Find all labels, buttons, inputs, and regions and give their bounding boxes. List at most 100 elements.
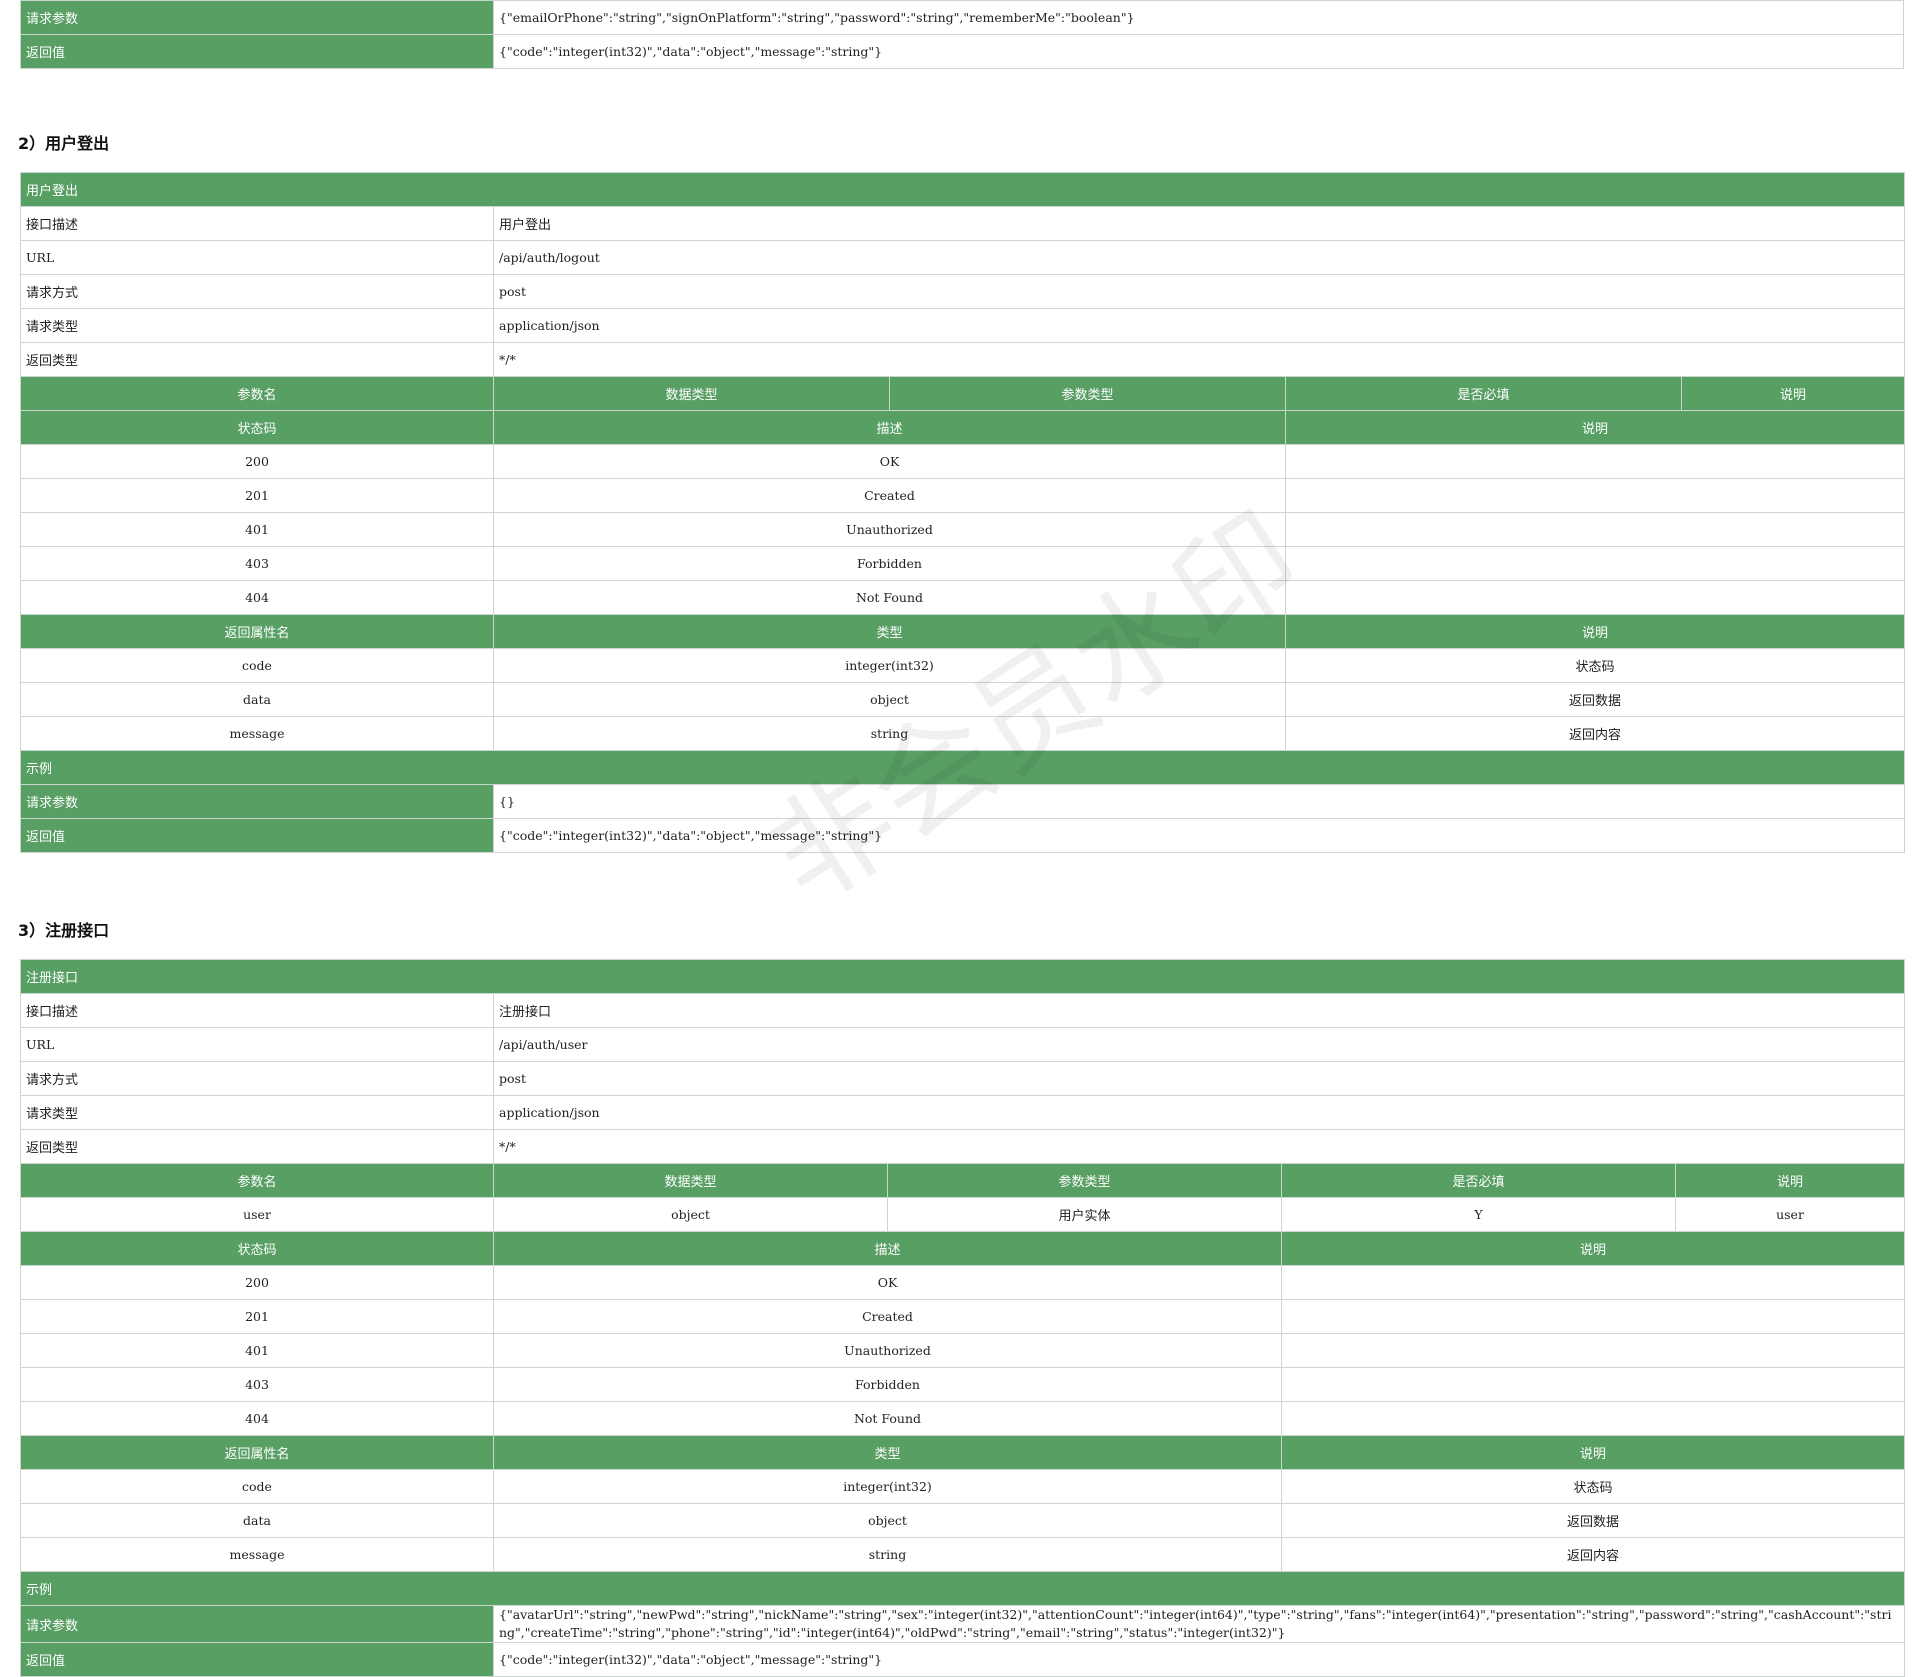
column-header: 状态码 xyxy=(20,410,494,445)
table-row: 返回值 {"code":"integer(int32)","data":"obj… xyxy=(20,1642,1906,1677)
status-desc: Created xyxy=(493,1299,1282,1334)
info-value: 用户登出 xyxy=(492,206,1906,241)
request-params-value: {"avatarUrl":"string","newPwd":"string",… xyxy=(492,1605,1906,1643)
table-title: 注册接口 xyxy=(19,959,1906,994)
column-header: 是否必填 xyxy=(1281,1163,1676,1198)
column-header: 返回属性名 xyxy=(20,1435,494,1470)
return-value-value: {"code":"integer(int32)","data":"object"… xyxy=(492,1642,1906,1677)
table-row: 200 OK xyxy=(20,1265,1906,1300)
column-header: 说明 xyxy=(1280,1435,1906,1470)
status-code: 403 xyxy=(20,1367,494,1402)
info-value: application/json xyxy=(492,308,1906,343)
column-header: 参数类型 xyxy=(889,376,1286,411)
info-key: 返回类型 xyxy=(20,1129,494,1164)
status-code: 201 xyxy=(20,478,494,513)
table-row: 请求方式 post xyxy=(20,274,1906,309)
table-row: 接口描述 用户登出 xyxy=(20,206,1906,241)
status-code: 404 xyxy=(20,1401,494,1436)
info-value: post xyxy=(492,274,1906,309)
info-key: 接口描述 xyxy=(20,206,494,241)
request-params-label: 请求参数 xyxy=(20,0,494,35)
request-params-value: {"emailOrPhone":"string","signOnPlatform… xyxy=(493,0,1904,35)
status-desc: OK xyxy=(493,1265,1282,1300)
status-note xyxy=(1280,1299,1906,1334)
status-header-row: 状态码 描述 说明 xyxy=(20,1231,1906,1266)
info-key: 请求类型 xyxy=(20,1095,494,1130)
param-note: user xyxy=(1674,1197,1906,1232)
table-row: 请求参数 {"emailOrPhone":"string","signOnPla… xyxy=(20,0,1904,35)
column-header: 说明 xyxy=(1674,1163,1906,1198)
return-header-row: 返回属性名 类型 说明 xyxy=(20,614,1906,649)
table-row: 201 Created xyxy=(20,478,1906,513)
return-attr-type: object xyxy=(493,682,1286,717)
table-row: 用户登出 xyxy=(19,172,1906,207)
status-code: 403 xyxy=(20,546,494,581)
status-desc: Created xyxy=(493,478,1286,513)
return-attr-name: data xyxy=(20,682,494,717)
return-attr-note: 返回内容 xyxy=(1284,716,1906,751)
column-header: 描述 xyxy=(493,1231,1282,1266)
return-header-row: 返回属性名 类型 说明 xyxy=(20,1435,1906,1470)
status-code: 200 xyxy=(20,444,494,479)
info-value: application/json xyxy=(492,1095,1906,1130)
table-row: 请求类型 application/json xyxy=(20,308,1906,343)
info-value: 注册接口 xyxy=(492,993,1906,1028)
column-header: 返回属性名 xyxy=(20,614,494,649)
table-row: code integer(int32) 状态码 xyxy=(20,1469,1906,1504)
table-row: 接口描述 注册接口 xyxy=(20,993,1906,1028)
table-row: 请求参数 {} xyxy=(20,784,1906,819)
table-row: 返回类型 */* xyxy=(20,1129,1906,1164)
return-attr-name: code xyxy=(20,1469,494,1504)
table-row: 404 Not Found xyxy=(20,580,1906,615)
param-type: 用户实体 xyxy=(887,1197,1282,1232)
return-attr-note: 状态码 xyxy=(1284,648,1906,683)
return-attr-name: code xyxy=(20,648,494,683)
status-note xyxy=(1280,1367,1906,1402)
column-header: 类型 xyxy=(493,614,1286,649)
table-row: URL /api/auth/user xyxy=(20,1027,1906,1062)
return-attr-type: integer(int32) xyxy=(493,648,1286,683)
column-header: 描述 xyxy=(493,410,1286,445)
column-header: 参数类型 xyxy=(887,1163,1282,1198)
table-row: data object 返回数据 xyxy=(20,682,1906,717)
table-row: 403 Forbidden xyxy=(20,546,1906,581)
status-note xyxy=(1284,478,1906,513)
column-header: 类型 xyxy=(493,1435,1282,1470)
status-code: 401 xyxy=(20,512,494,547)
column-header: 参数名 xyxy=(20,376,494,411)
table-row: 403 Forbidden xyxy=(20,1367,1906,1402)
table-row: 请求参数 {"avatarUrl":"string","newPwd":"str… xyxy=(20,1605,1906,1643)
section-heading-register: 3）注册接口 xyxy=(18,921,110,940)
table-row: 404 Not Found xyxy=(20,1401,1906,1436)
request-params-label: 请求参数 xyxy=(20,1605,494,1643)
return-value-label: 返回值 xyxy=(20,818,494,853)
status-note xyxy=(1284,580,1906,615)
info-value: post xyxy=(492,1061,1906,1096)
return-attr-name: data xyxy=(20,1503,494,1538)
table-title: 用户登出 xyxy=(19,172,1906,207)
status-note xyxy=(1284,512,1906,547)
status-desc: Unauthorized xyxy=(493,1333,1282,1368)
request-params-label: 请求参数 xyxy=(20,784,494,819)
column-header: 说明 xyxy=(1680,376,1906,411)
return-value-label: 返回值 xyxy=(20,1642,494,1677)
section-heading-logout: 2）用户登出 xyxy=(18,134,110,153)
column-header: 是否必填 xyxy=(1285,376,1682,411)
prev-example-table: 请求参数 {"emailOrPhone":"string","signOnPla… xyxy=(20,0,1904,69)
info-key: URL xyxy=(20,1027,494,1062)
column-header: 说明 xyxy=(1280,1231,1906,1266)
column-header: 参数名 xyxy=(20,1163,494,1198)
info-key: 请求方式 xyxy=(20,1061,494,1096)
table-row: 返回类型 */* xyxy=(20,342,1906,377)
table-row: data object 返回数据 xyxy=(20,1503,1906,1538)
table-row: 返回值 {"code":"integer(int32)","data":"obj… xyxy=(20,818,1906,853)
status-desc: Forbidden xyxy=(493,546,1286,581)
return-value-value: {"code":"integer(int32)","data":"object"… xyxy=(493,34,1904,69)
param-data-type: object xyxy=(493,1197,888,1232)
info-value: */* xyxy=(492,342,1906,377)
example-header-row: 示例 xyxy=(19,1571,1906,1606)
return-value-value: {"code":"integer(int32)","data":"object"… xyxy=(492,818,1906,853)
status-note xyxy=(1280,1265,1906,1300)
example-header-row: 示例 xyxy=(19,750,1906,785)
status-desc: Unauthorized xyxy=(493,512,1286,547)
